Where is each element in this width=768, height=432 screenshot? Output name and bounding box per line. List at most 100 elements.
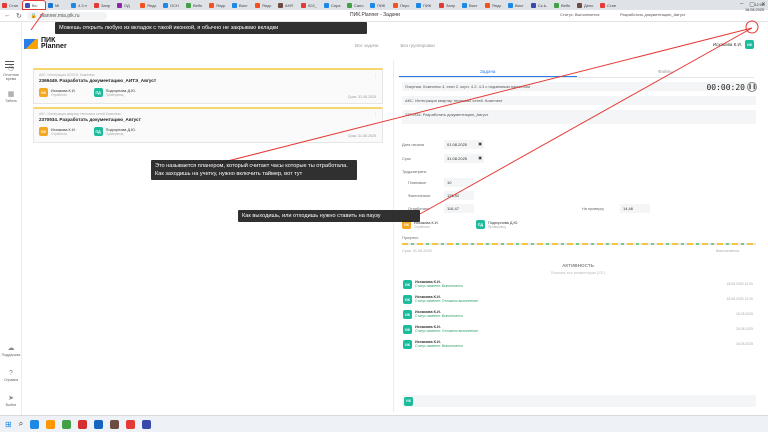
more-icon[interactable]: ⋮ xyxy=(373,112,378,118)
sidebar-item-label: Табель xyxy=(5,99,17,103)
tab-favicon-icon xyxy=(71,2,76,8)
sidebar-item-exit[interactable]: ➤ Выйти xyxy=(0,394,22,407)
end-date-value: 31.08.2025 xyxy=(447,156,468,161)
browser-tab[interactable]: Яндс xyxy=(253,1,275,9)
calendar-icon[interactable]: ▣ xyxy=(478,141,482,146)
taskbar-app-icon[interactable] xyxy=(110,419,120,429)
logo-mark xyxy=(24,39,38,49)
browser-tab[interactable]: Яндс xyxy=(207,1,229,9)
system-tray-clock[interactable]: 12:00 18.08.2025 xyxy=(745,3,764,13)
worked-value: 116,47 xyxy=(444,204,474,213)
actual-value: 126,92 xyxy=(444,191,474,200)
browser-tab[interactable]: ОСН xyxy=(161,1,183,9)
avatar: ИК xyxy=(403,310,412,319)
browser-tab[interactable]: Mi xyxy=(46,1,68,9)
browser-tab[interactable]: Стан xyxy=(598,1,620,9)
tab-favicon-icon xyxy=(186,2,191,8)
browser-tab[interactable]: Вист xyxy=(460,1,482,9)
browser-tab[interactable]: ОД xyxy=(115,1,137,9)
sidebar-item-time[interactable]: ◷ Отчетная время xyxy=(0,64,22,81)
show-all-comments-link[interactable]: Показать все комментарии (137) xyxy=(394,271,762,275)
project-field: Озерная, Комплекс 4, этап 2, корп. 4.2, … xyxy=(402,82,756,91)
end-date-field[interactable]: 31.08.2025 ▣ xyxy=(444,154,484,163)
list-item: ИК Исхакова К.И. Статус изменен: Выполняе… xyxy=(403,280,753,289)
browser-tab[interactable]: Стан xyxy=(0,1,22,9)
tab-no-grouping[interactable]: Без группировки xyxy=(400,43,434,48)
activity-title: АКТИВНОСТЬ xyxy=(562,263,594,268)
reload-icon[interactable]: ↻ xyxy=(16,12,22,20)
tab-favicon-icon xyxy=(531,2,536,8)
user-menu[interactable]: Исхакова К.И. ИК xyxy=(713,40,754,49)
browser-tab[interactable]: Запр xyxy=(92,1,114,9)
sidebar-item-support[interactable]: ☁ Поддержка xyxy=(0,344,22,357)
timer-display: 00:00:20 xyxy=(706,83,745,92)
browser-tab[interactable]: Перс xyxy=(391,1,413,9)
minimize-icon[interactable]: – xyxy=(740,1,743,8)
start-date-field[interactable]: 01.08.2025 ▣ xyxy=(444,140,484,149)
browser-tab[interactable]: АНП xyxy=(276,1,298,9)
task-card[interactable]: ⋮ АКС. Интеграция квартир тепловых сетей… xyxy=(33,107,383,143)
tab-favicon-icon xyxy=(393,2,398,8)
taskbar-app-icon[interactable] xyxy=(30,419,40,429)
browser-tab[interactable]: ПИК xyxy=(414,1,436,9)
taskbar-app-icon[interactable] xyxy=(94,419,104,429)
activity-status: Статус изменен: Выполняется xyxy=(415,284,463,288)
taskbar-app-icon[interactable] xyxy=(142,419,152,429)
assignee-role: Отработал xyxy=(414,224,431,229)
progress-bar xyxy=(402,243,756,245)
user-name: Исхакова К.И. xyxy=(712,42,742,47)
sidebar-item-table[interactable]: ▦ Табель xyxy=(0,90,22,103)
windows-start-icon[interactable]: ⊞ xyxy=(5,420,12,429)
browser-tab[interactable]: Вебп xyxy=(552,1,574,9)
browser-tab[interactable]: Вебп xyxy=(184,1,206,9)
sidebar-item-help[interactable]: ? Справка xyxy=(0,370,22,382)
list-item: ИК Исхакова К.И. Статус изменен: Отложено… xyxy=(403,295,753,304)
browser-tab[interactable]: 4.3 п xyxy=(69,1,91,9)
timer-pause-icon[interactable]: ❚❚ xyxy=(747,82,757,92)
browser-tab[interactable]: Ск.Ь. xyxy=(529,1,551,9)
activity-status: Статус изменен: Отложено выполнение xyxy=(415,329,478,333)
browser-tab[interactable]: Спра xyxy=(322,1,344,9)
browser-tab[interactable]: 002_ xyxy=(299,1,321,9)
activity-time: 18.08.2025 12:00 xyxy=(726,297,753,301)
taskbar-app-icon[interactable] xyxy=(46,419,56,429)
browser-tab[interactable]: Дело xyxy=(575,1,597,9)
tab-all-tasks[interactable]: Все задачи xyxy=(355,43,378,48)
browser-tab[interactable]: Сапо xyxy=(345,1,367,9)
tab-label: Дело xyxy=(584,2,594,8)
avatar: ПД xyxy=(93,88,103,97)
tab-files[interactable]: Файлы xyxy=(577,66,755,77)
taskbar-app-icon[interactable] xyxy=(126,419,136,429)
comment-composer[interactable]: ИК xyxy=(402,395,756,407)
browser-tab[interactable]: Запр xyxy=(437,1,459,9)
tooltip-tabs: Можешь открыть любую из вкладок с такой … xyxy=(55,22,367,34)
browser-tab[interactable]: ПИК xyxy=(368,1,390,9)
app-logo[interactable]: ПИК Planner xyxy=(24,37,67,50)
taskbar-app-icon[interactable] xyxy=(78,419,88,429)
url-field[interactable]: 🔒 planner.mia.pik.ru xyxy=(26,11,107,20)
taskbar-app-icon[interactable] xyxy=(62,419,72,429)
browser-tab[interactable]: Яндс xyxy=(138,1,160,9)
avatar: ИК xyxy=(39,88,48,97)
back-icon[interactable]: ← xyxy=(4,12,11,19)
reviewer-name: Подгорнова Д.Ю. xyxy=(105,127,136,132)
reviewer-name: Подгорнова Д.Ю. xyxy=(488,220,519,225)
tab-favicon-icon xyxy=(439,2,444,8)
planned-label: Плановые xyxy=(408,181,427,185)
tab-favicon-icon xyxy=(232,2,237,8)
calendar-icon[interactable]: ▣ xyxy=(478,155,482,160)
logo-line-2: Planner xyxy=(41,43,67,50)
activity-status: Статус изменен: Выполняется xyxy=(415,314,463,318)
browser-tab[interactable]: Вист xyxy=(230,1,252,9)
tab-label: ОСН xyxy=(170,2,179,8)
browser-tab[interactable]: Вх: xyxy=(22,0,46,10)
browser-tab[interactable]: Яндс xyxy=(483,1,505,9)
browser-tab[interactable]: Вист xyxy=(506,1,528,9)
task-card[interactable]: ⋮ АКС. Интеграция АСКУЭ. Комплекс 236944… xyxy=(33,68,383,104)
task-detail-panel: Задача Файлы Озерная, Комплекс 4, этап 2… xyxy=(393,60,761,412)
task-assignee: ИК Исхакова К.И. Отработал xyxy=(39,127,76,136)
more-icon[interactable]: ⋮ xyxy=(373,73,378,79)
tab-task[interactable]: Задача xyxy=(399,66,577,77)
to-check-label: На проверку xyxy=(582,207,604,211)
search-icon[interactable]: ⌕ xyxy=(19,419,23,429)
